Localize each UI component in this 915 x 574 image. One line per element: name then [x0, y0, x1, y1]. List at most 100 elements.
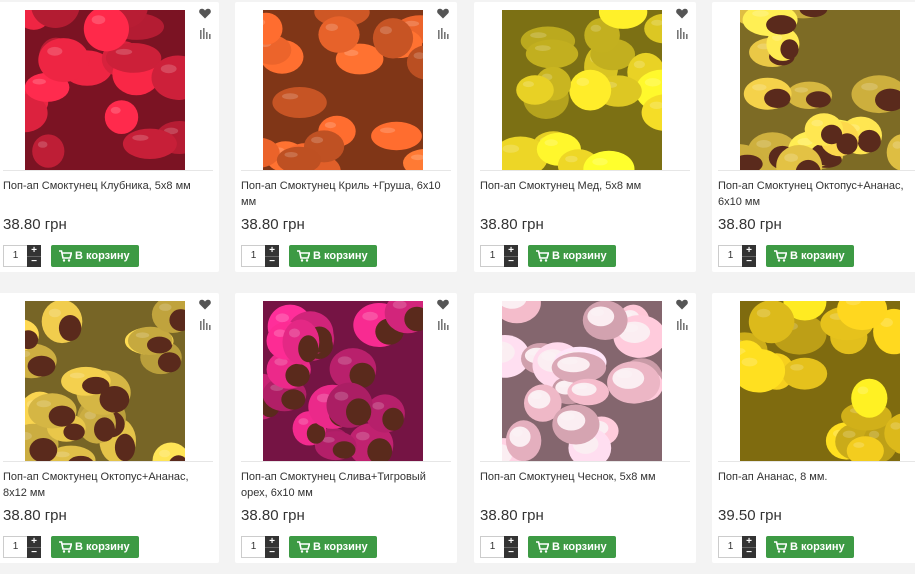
wishlist-heart-icon[interactable]: [199, 299, 213, 313]
quantity-plus-button[interactable]: +: [27, 536, 41, 547]
product-name[interactable]: Поп-ап Смоктунец Слива+Тигровый орех, 6x…: [241, 469, 451, 501]
add-to-cart-button[interactable]: В корзину: [528, 536, 616, 558]
product-name[interactable]: Поп-ап Смоктунец Мед, 5x8 мм: [480, 178, 690, 194]
shopping-cart-icon: [536, 541, 549, 553]
divider: [480, 461, 690, 462]
wishlist-heart-icon[interactable]: [437, 299, 451, 313]
quantity-input[interactable]: 1: [241, 245, 265, 267]
product-name[interactable]: Поп-ап Смоктунец Криль +Груша, 6x10 мм: [241, 178, 451, 210]
yellow-brown-octopus-baits-image[interactable]: [25, 301, 185, 461]
quantity-minus-button[interactable]: −: [504, 256, 518, 267]
product-name[interactable]: Поп-ап Смоктунец Октопус+Ананас, 6x10 мм: [718, 178, 915, 210]
product-name[interactable]: Поп-ап Смоктунец Октопус+Ананас, 8x12 мм: [3, 469, 213, 501]
quantity-input[interactable]: 1: [241, 536, 265, 558]
add-to-cart-label: В корзину: [75, 250, 130, 262]
wishlist-heart-icon[interactable]: [199, 8, 213, 22]
quantity-input[interactable]: 1: [3, 536, 27, 558]
yellow-honey-baits-image[interactable]: [502, 10, 662, 170]
card-actions: [676, 8, 690, 48]
compare-bars-icon[interactable]: [437, 319, 451, 333]
add-to-cart-button[interactable]: В корзину: [528, 245, 616, 267]
wishlist-heart-icon[interactable]: [676, 8, 690, 22]
compare-bars-icon[interactable]: [437, 28, 451, 42]
compare-bars-icon[interactable]: [199, 319, 213, 333]
product-name[interactable]: Поп-ап Смоктунец Клубника, 5x8 мм: [3, 178, 213, 194]
quantity-minus-button[interactable]: −: [27, 547, 41, 558]
quantity-input[interactable]: 1: [480, 245, 504, 267]
shopping-cart-icon: [536, 250, 549, 262]
divider: [3, 170, 213, 171]
product-card: Поп-ап Смоктунец Мед, 5x8 мм 38.80 грн 1…: [474, 2, 696, 272]
orange-krill-baits-image[interactable]: [263, 10, 423, 170]
add-to-cart-label: В корзину: [313, 541, 368, 553]
add-to-cart-button[interactable]: В корзину: [766, 536, 854, 558]
shopping-cart-icon: [774, 250, 787, 262]
quantity-minus-button[interactable]: −: [504, 547, 518, 558]
add-to-cart-button[interactable]: В корзину: [289, 536, 377, 558]
add-to-cart-button[interactable]: В корзину: [766, 245, 854, 267]
quantity-stepper[interactable]: + −: [504, 245, 518, 267]
card-actions: [437, 299, 451, 339]
divider: [480, 170, 690, 171]
wishlist-heart-icon[interactable]: [437, 8, 451, 22]
quantity-minus-button[interactable]: −: [742, 547, 756, 558]
quantity-input[interactable]: 1: [718, 245, 742, 267]
quantity-plus-button[interactable]: +: [504, 536, 518, 547]
quantity-minus-button[interactable]: −: [27, 256, 41, 267]
product-card: Поп-ап Смоктунец Октопус+Ананас, 8x12 мм…: [0, 293, 219, 563]
compare-bars-icon[interactable]: [199, 28, 213, 42]
card-actions: [437, 8, 451, 48]
yellow-brown-octopus-baits-image[interactable]: [740, 10, 900, 170]
product-card: Поп-ап Смоктунец Криль +Груша, 6x10 мм 3…: [235, 2, 457, 272]
product-name[interactable]: Поп-ап Ананас, 8 мм.: [718, 469, 915, 485]
add-to-cart-label: В корзину: [75, 541, 130, 553]
quantity-stepper[interactable]: + −: [27, 536, 41, 558]
quantity-input[interactable]: 1: [480, 536, 504, 558]
quantity-plus-button[interactable]: +: [265, 536, 279, 547]
card-actions: [199, 299, 213, 339]
add-to-cart-button[interactable]: В корзину: [51, 536, 139, 558]
divider: [718, 461, 915, 462]
shopping-cart-icon: [774, 541, 787, 553]
quantity-stepper[interactable]: + −: [265, 245, 279, 267]
quantity-input[interactable]: 1: [718, 536, 742, 558]
quantity-stepper[interactable]: + −: [265, 536, 279, 558]
divider: [241, 461, 451, 462]
add-to-cart-label: В корзину: [552, 250, 607, 262]
product-name[interactable]: Поп-ап Смоктунец Чеснок, 5x8 мм: [480, 469, 690, 485]
card-actions: [199, 8, 213, 48]
quantity-plus-button[interactable]: +: [504, 245, 518, 256]
quantity-plus-button[interactable]: +: [742, 245, 756, 256]
yellow-pineapple-baits-image[interactable]: [740, 301, 900, 461]
quantity-plus-button[interactable]: +: [265, 245, 279, 256]
quantity-plus-button[interactable]: +: [742, 536, 756, 547]
quantity-minus-button[interactable]: −: [265, 547, 279, 558]
compare-bars-icon[interactable]: [676, 28, 690, 42]
shopping-cart-icon: [59, 541, 72, 553]
add-to-cart-label: В корзину: [313, 250, 368, 262]
quantity-stepper[interactable]: + −: [742, 536, 756, 558]
product-price: 38.80 грн: [480, 507, 544, 524]
quantity-stepper[interactable]: + −: [504, 536, 518, 558]
quantity-minus-button[interactable]: −: [742, 256, 756, 267]
add-to-cart-label: В корзину: [552, 541, 607, 553]
pink-white-garlic-baits-image[interactable]: [502, 301, 662, 461]
card-actions: [676, 299, 690, 339]
quantity-minus-button[interactable]: −: [265, 256, 279, 267]
add-to-cart-label: В корзину: [790, 541, 845, 553]
quantity-plus-button[interactable]: +: [27, 245, 41, 256]
divider: [3, 461, 213, 462]
quantity-input[interactable]: 1: [3, 245, 27, 267]
add-to-cart-button[interactable]: В корзину: [51, 245, 139, 267]
product-price: 38.80 грн: [241, 216, 305, 233]
pink-brown-plum-baits-image[interactable]: [263, 301, 423, 461]
divider: [718, 170, 915, 171]
compare-bars-icon[interactable]: [676, 319, 690, 333]
product-price: 38.80 грн: [3, 507, 67, 524]
add-to-cart-button[interactable]: В корзину: [289, 245, 377, 267]
quantity-stepper[interactable]: + −: [27, 245, 41, 267]
quantity-stepper[interactable]: + −: [742, 245, 756, 267]
shopping-cart-icon: [297, 250, 310, 262]
strawberry-red-baits-image[interactable]: [25, 10, 185, 170]
wishlist-heart-icon[interactable]: [676, 299, 690, 313]
